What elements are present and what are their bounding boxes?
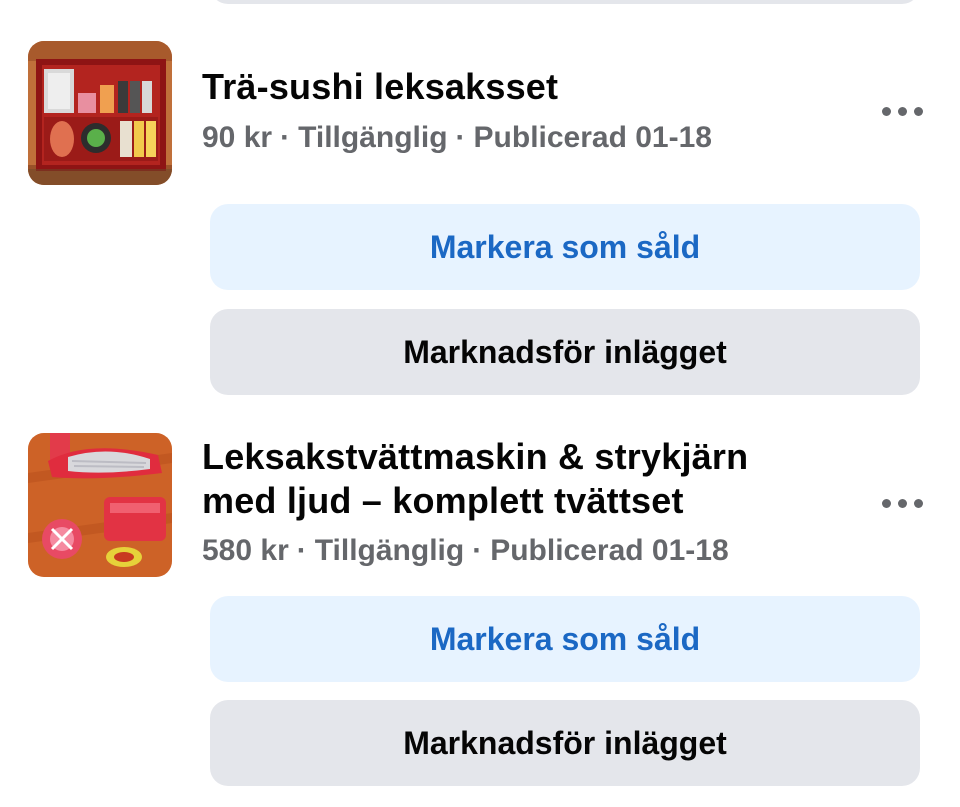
- listing-title-line-2[interactable]: med ljud – komplett tvättset: [202, 480, 684, 522]
- listing-price: 90 kr: [202, 121, 273, 154]
- listing-price: 580 kr: [202, 534, 289, 567]
- marketplace-listings-page: Trä-sushi leksaksset 90 kr · Tillgänglig · P…: [0, 0, 960, 807]
- mark-as-sold-button[interactable]: Markera som såld: [210, 596, 920, 682]
- dot: [881, 498, 891, 508]
- listing-thumbnail[interactable]: [28, 433, 172, 577]
- meta-separator: ·: [455, 121, 466, 154]
- dot: [913, 498, 923, 508]
- listing-published-date: Publicerad 01-18: [473, 121, 712, 154]
- dot: [881, 106, 891, 116]
- meta-separator: ·: [280, 121, 291, 154]
- listing-status: Tillgänglig: [314, 534, 465, 567]
- promote-listing-button[interactable]: Marknadsför inlägget: [210, 700, 920, 786]
- dot: [913, 106, 923, 116]
- more-options-icon[interactable]: [872, 96, 932, 126]
- dot: [897, 106, 907, 116]
- mark-as-sold-button[interactable]: Markera som såld: [210, 204, 920, 290]
- listing-meta: 90 kr · Tillgänglig · Publicerad 01-18: [202, 120, 712, 156]
- dot: [897, 498, 907, 508]
- listing-thumbnail[interactable]: [28, 41, 172, 185]
- previous-listing-button-edge[interactable]: [210, 0, 920, 4]
- meta-separator: ·: [472, 534, 483, 567]
- listing-title[interactable]: Trä-sushi leksaksset: [202, 66, 558, 108]
- more-options-icon[interactable]: [872, 488, 932, 518]
- listing-published-date: Publicerad 01-18: [490, 534, 729, 567]
- listing-meta: 580 kr · Tillgänglig · Publicerad 01-18: [202, 533, 729, 569]
- listing-status: Tillgänglig: [298, 121, 448, 154]
- listing-title-line-1[interactable]: Leksakstvättmaskin & strykjärn: [202, 436, 748, 478]
- promote-listing-button[interactable]: Marknadsför inlägget: [210, 309, 920, 395]
- sushi-toy-set-photo: [28, 41, 172, 185]
- toy-laundry-set-photo: [28, 433, 172, 577]
- meta-separator: ·: [296, 534, 307, 567]
